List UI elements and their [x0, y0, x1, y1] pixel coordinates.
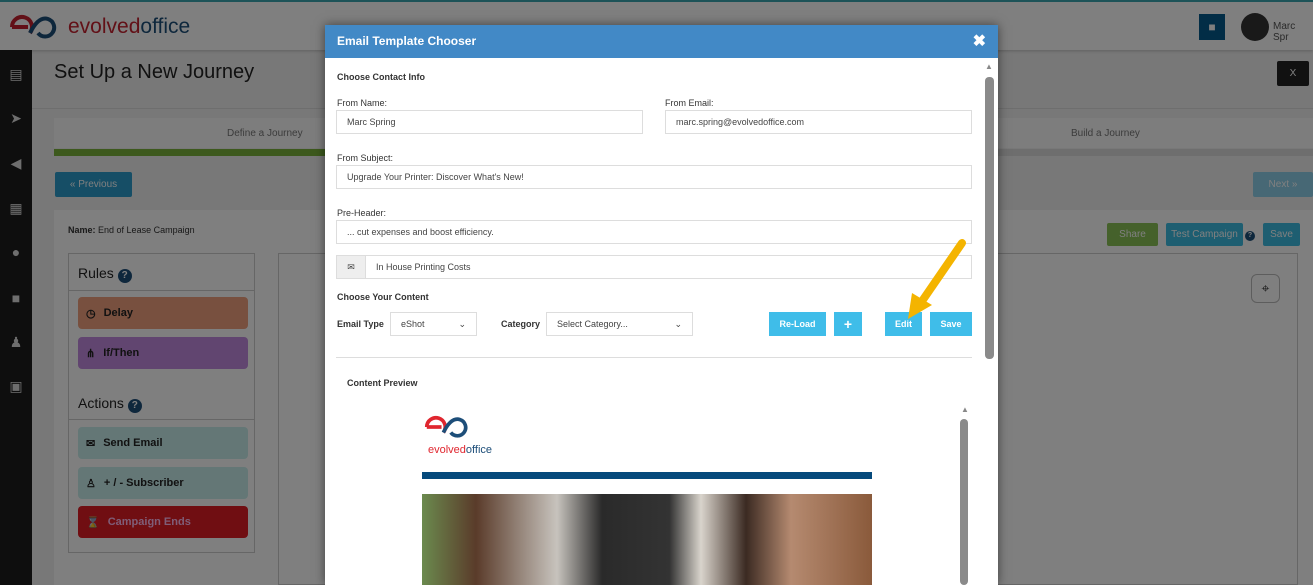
template-name-input[interactable]: ✉ In House Printing Costs [336, 255, 972, 279]
from-email-input[interactable]: marc.spring@evolvedoffice.com [665, 110, 972, 134]
template-name: In House Printing Costs [376, 262, 471, 272]
from-email-label: From Email: [665, 98, 714, 108]
preheader-label: Pre-Header: [337, 208, 387, 218]
chevron-down-icon: ⌄ [674, 318, 682, 329]
from-name-label: From Name: [337, 98, 388, 108]
preview-logo: evolvedoffice [422, 415, 492, 456]
preview-hero-image [422, 494, 872, 585]
add-button[interactable]: + [834, 312, 862, 336]
modal-title: Email Template Chooser [337, 34, 477, 48]
divider [336, 357, 972, 358]
content-heading: Choose Your Content [337, 292, 429, 302]
envelope-icon: ✉ [337, 256, 366, 278]
email-type-label: Email Type [337, 319, 384, 329]
email-template-chooser-modal: Email Template Chooser ✖ Choose Contact … [325, 25, 998, 585]
reload-button[interactable]: Re-Load [769, 312, 826, 336]
scroll-up-icon[interactable]: ▲ [961, 405, 969, 414]
from-name-input[interactable]: Marc Spring [336, 110, 643, 134]
close-icon[interactable]: ✖ [973, 31, 986, 51]
subject-input[interactable]: Upgrade Your Printer: Discover What's Ne… [336, 165, 972, 189]
contact-info-heading: Choose Contact Info [337, 72, 425, 82]
logo-icon [424, 415, 468, 438]
preheader-input[interactable]: ... cut expenses and boost efficiency. [336, 220, 972, 244]
category-label: Category [501, 319, 541, 329]
chevron-down-icon: ⌄ [458, 318, 466, 329]
arrow-annotation [908, 239, 966, 319]
scroll-up-icon[interactable]: ▲ [985, 62, 993, 71]
modal-header: Email Template Chooser ✖ [325, 25, 998, 58]
category-select[interactable]: Select Category... ⌄ [546, 312, 693, 336]
preview-heading: Content Preview [347, 378, 418, 388]
preview-scrollbar[interactable] [960, 419, 968, 585]
email-type-select[interactable]: eShot ⌄ [390, 312, 477, 336]
preview-banner-bar [422, 472, 872, 479]
modal-scrollbar[interactable] [985, 77, 994, 359]
subject-label: From Subject: [337, 153, 394, 163]
